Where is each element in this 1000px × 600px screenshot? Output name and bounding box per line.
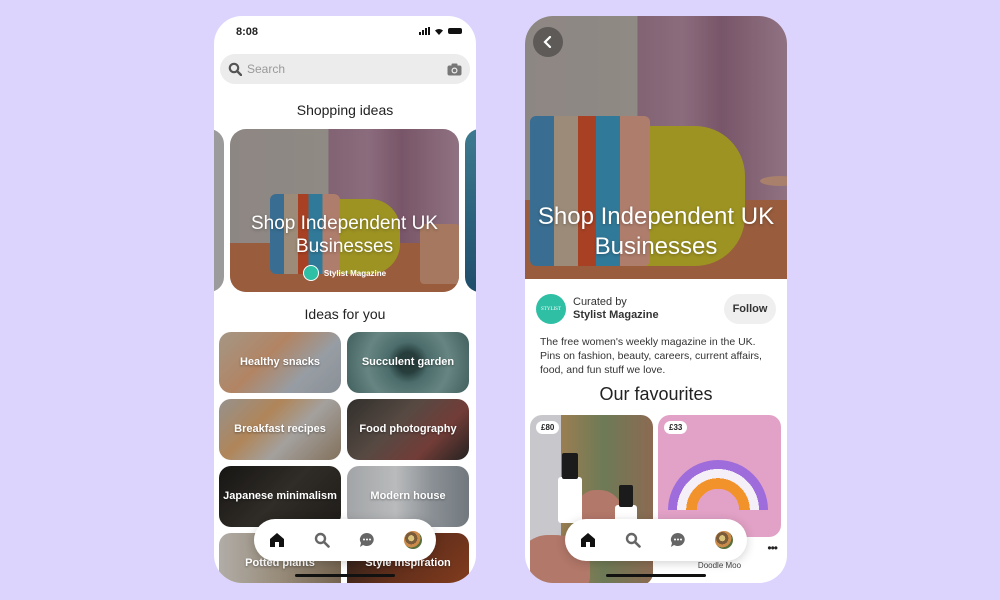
search-input[interactable]: Search (220, 54, 470, 84)
more-options-icon[interactable]: ••• (767, 541, 778, 555)
price-badge: £80 (536, 421, 560, 434)
follow-button[interactable]: Follow (724, 294, 776, 324)
bottom-nav (254, 519, 436, 561)
curator-avatar (302, 265, 319, 281)
search-icon (228, 62, 242, 76)
messages-icon[interactable] (670, 532, 686, 548)
curator-name[interactable]: Stylist Magazine (573, 309, 724, 322)
idea-tile-breakfast-recipes[interactable]: Breakfast recipes (219, 399, 341, 460)
shopping-ideas-heading: Shopping ideas (296, 102, 394, 118)
status-time: 8:08 (236, 26, 259, 38)
tile-label: Healthy snacks (239, 356, 321, 368)
idea-tile-food-photography[interactable]: Food photography (347, 399, 469, 460)
search-placeholder: Search (247, 62, 286, 76)
back-button[interactable] (533, 27, 563, 57)
search-icon[interactable] (314, 532, 330, 548)
phone-screen-search: 8:08 Search Shopping ideas Shop Independ… (214, 16, 476, 583)
idea-tile-modern-house[interactable]: Modern house (347, 466, 469, 527)
product-image-bottle (558, 477, 582, 523)
search-icon[interactable] (625, 532, 641, 548)
camera-icon[interactable] (447, 63, 462, 76)
detail-hero: Shop Independent UK Businesses (525, 16, 787, 279)
tile-label: Breakfast recipes (234, 423, 326, 435)
hero-card-curator: Stylist Magazine (230, 265, 459, 281)
curator-text: Curated by Stylist Magazine (573, 296, 724, 322)
messages-icon[interactable] (359, 532, 375, 548)
phone-screen-detail: Shop Independent UK Businesses STYLIST C… (525, 16, 787, 583)
curator-description: The free women's weekly magazine in the … (540, 336, 762, 376)
idea-tile-healthy-snacks[interactable]: Healthy snacks (219, 332, 341, 393)
profile-avatar[interactable] (403, 531, 422, 549)
product-image-bottle-cap (619, 485, 633, 507)
chevron-left-icon (543, 36, 552, 48)
wifi-icon (435, 28, 443, 35)
status-bar: 8:08 (214, 16, 476, 48)
home-icon[interactable] (580, 532, 596, 548)
product-seller[interactable]: Doodle Moo (658, 561, 781, 570)
idea-tile-succulent-garden[interactable]: Succulent garden (347, 332, 469, 393)
home-icon[interactable] (269, 532, 285, 548)
signal-icon (419, 27, 430, 35)
home-indicator (295, 574, 395, 577)
our-favourites-heading: Our favourites (599, 384, 713, 404)
carousel-previous-card[interactable] (214, 129, 224, 292)
profile-avatar[interactable] (714, 531, 733, 549)
shopping-hero-card[interactable]: Shop Independent UK Businesses Stylist M… (230, 129, 459, 292)
tile-label: Modern house (370, 490, 446, 502)
home-indicator (606, 574, 706, 577)
curator-name: Stylist Magazine (323, 268, 387, 278)
tile-label: Food photography (359, 423, 457, 435)
idea-tile-japanese-minimalism[interactable]: Japanese minimalism (219, 466, 341, 527)
product-image-bottle-cap (562, 453, 578, 479)
tile-label: Succulent garden (361, 356, 455, 368)
curator-prefix: Curated by (573, 296, 627, 308)
curator-row: STYLIST Curated by Stylist Magazine Foll… (536, 293, 776, 325)
bottom-nav (565, 519, 747, 561)
ideas-for-you-heading: Ideas for you (304, 306, 386, 322)
hero-card-title: Shop Independent UK Businesses (251, 213, 438, 257)
status-icons (419, 27, 462, 35)
battery-icon (448, 28, 462, 34)
detail-title: Shop Independent UK Businesses (537, 203, 775, 260)
price-badge: £33 (664, 421, 688, 434)
tile-label: Japanese minimalism (223, 490, 337, 502)
product-image-rainbow (668, 460, 768, 510)
carousel-next-card[interactable] (465, 129, 476, 292)
curator-avatar[interactable]: STYLIST (536, 294, 566, 324)
